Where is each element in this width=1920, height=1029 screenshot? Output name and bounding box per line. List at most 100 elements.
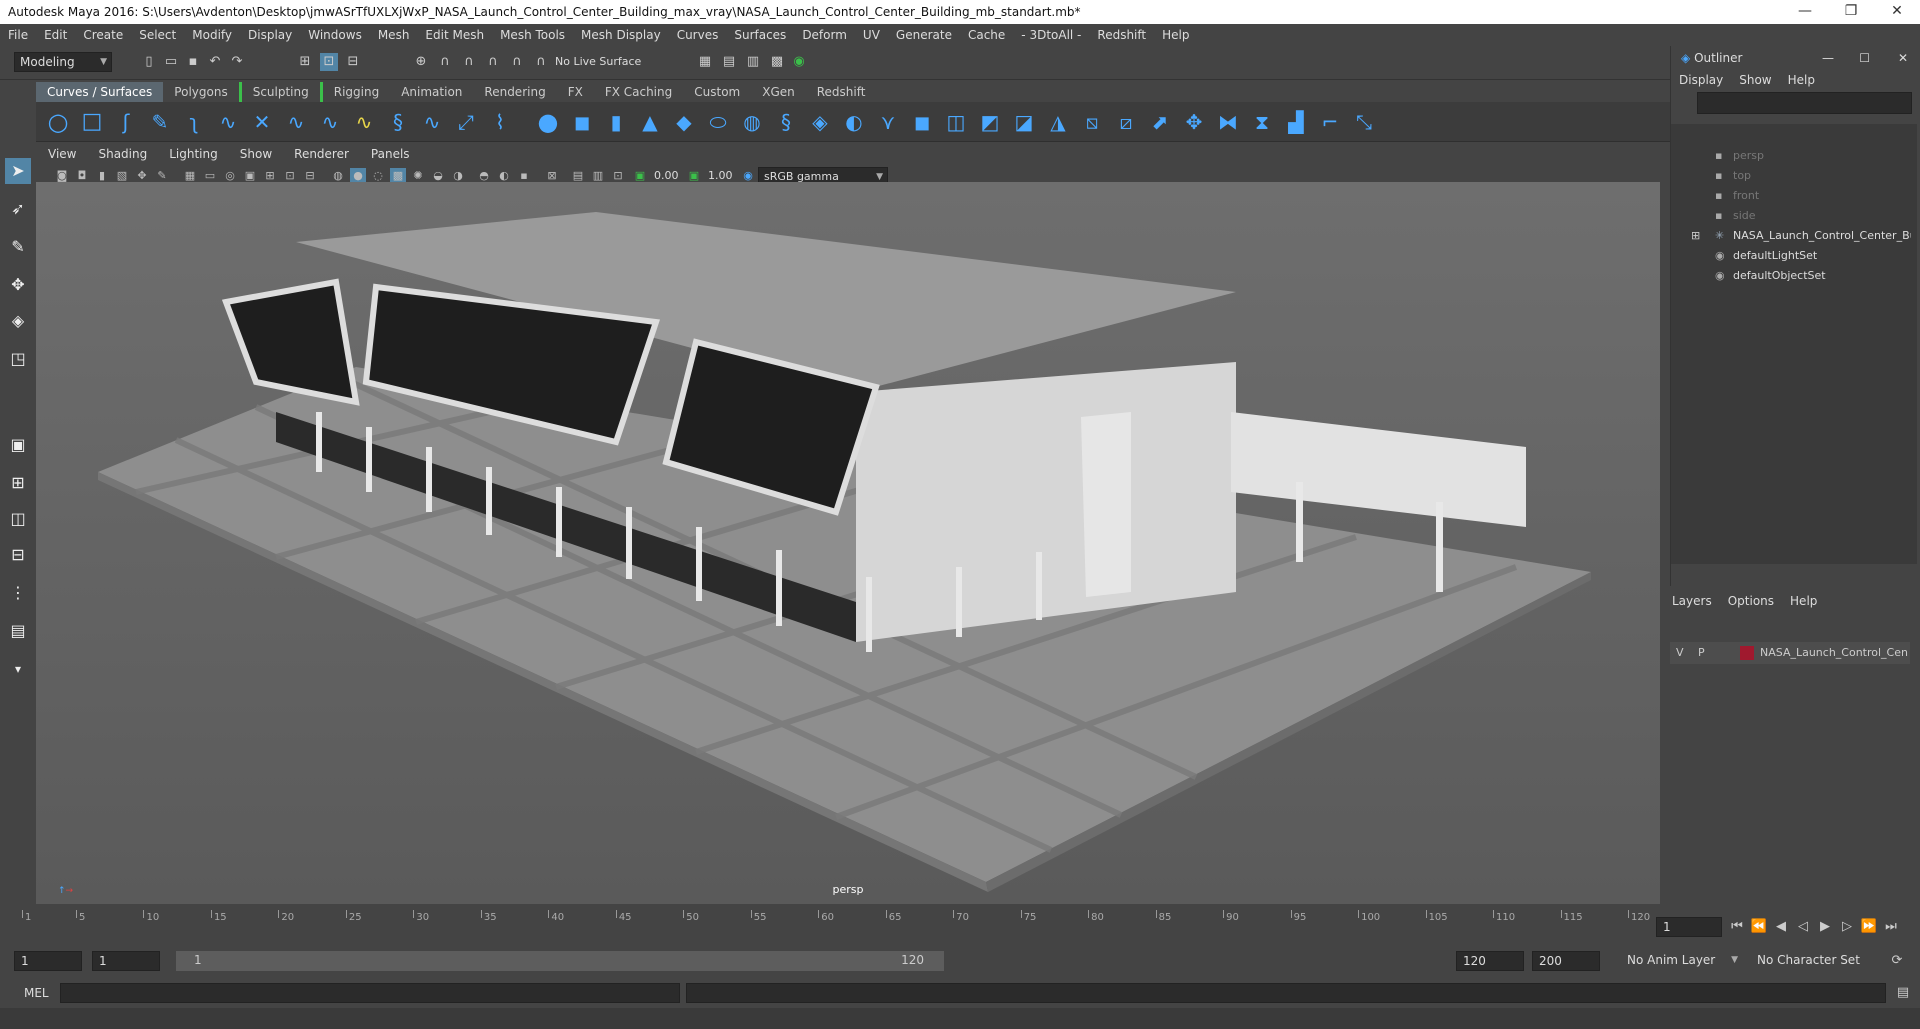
menu-uv[interactable]: UV	[863, 28, 880, 42]
script-editor-icon[interactable]: ▤	[1894, 984, 1912, 1002]
two-pane-layout-icon[interactable]: ◫	[5, 506, 31, 532]
hypershade-icon[interactable]: ▩	[768, 53, 786, 71]
shelf-tab-rigging[interactable]: Rigging	[319, 82, 390, 102]
custom-layout-icon[interactable]: ▤	[5, 618, 31, 644]
nurbs-square-icon[interactable]: □	[78, 108, 106, 136]
select-tool-icon[interactable]: ➤	[5, 158, 31, 184]
shelf-tab-polygons[interactable]: Polygons	[163, 82, 238, 102]
menu-edit[interactable]: Edit	[44, 28, 67, 42]
render-view-icon[interactable]: ◉	[790, 53, 808, 71]
range-slider[interactable]: 1 120	[176, 951, 944, 971]
playback-end-field[interactable]: 120	[1456, 951, 1524, 971]
nurbs-cube-icon[interactable]: ◼	[568, 108, 596, 136]
panel-menu-show[interactable]: Show	[240, 147, 272, 161]
shelf-tab-redshift[interactable]: Redshift	[806, 82, 877, 102]
outliner-menu-display[interactable]: Display	[1679, 73, 1723, 87]
curve-edit-icon[interactable]: ⌇	[486, 108, 514, 136]
menu-modify[interactable]: Modify	[192, 28, 232, 42]
paint-select-icon[interactable]: ✎	[5, 234, 31, 260]
surface-editing-icon[interactable]: ⤡	[1350, 108, 1378, 136]
bevel-plus-icon[interactable]: ◼	[908, 108, 936, 136]
menu-surfaces[interactable]: Surfaces	[734, 28, 786, 42]
snap-curve-icon[interactable]: ∩	[436, 53, 454, 71]
menu-display[interactable]: Display	[248, 28, 292, 42]
panel-menu-lighting[interactable]: Lighting	[169, 147, 218, 161]
layer-color-swatch[interactable]	[1740, 646, 1754, 660]
panel-menu-panels[interactable]: Panels	[371, 147, 410, 161]
attach-curves-icon[interactable]: ✕	[248, 108, 276, 136]
menu-select[interactable]: Select	[139, 28, 176, 42]
character-set-dropdown[interactable]: No Character Set	[1752, 951, 1882, 971]
snap-surface-icon[interactable]: ∩	[508, 53, 526, 71]
outliner-item[interactable]: ◉ defaultLightSet	[1671, 246, 1911, 266]
untrim-icon[interactable]: ⧄	[1112, 108, 1140, 136]
four-pane-layout-icon[interactable]: ⊞	[5, 470, 31, 496]
render-settings-icon[interactable]: ▦	[696, 53, 714, 71]
step-back-key-icon[interactable]: ⏪	[1750, 918, 1768, 936]
select-component-icon[interactable]: ⊟	[344, 53, 362, 71]
redo-icon[interactable]: ↷	[228, 53, 246, 71]
shelf-tab-fx[interactable]: FX	[557, 82, 594, 102]
nurbs-plane-icon[interactable]: ◆	[670, 108, 698, 136]
end-frame-field[interactable]: 200	[1532, 951, 1600, 971]
anim-layer-dropdown[interactable]: No Anim Layer ▼	[1622, 951, 1742, 971]
align-surfaces-icon[interactable]: ⧓	[1214, 108, 1242, 136]
outliner-search-input[interactable]	[1697, 92, 1912, 114]
lasso-tool-icon[interactable]: ➶	[5, 196, 31, 222]
step-back-frame-icon[interactable]: ◀	[1772, 918, 1790, 936]
panel-menu-shading[interactable]: Shading	[98, 147, 147, 161]
menu-mesh-tools[interactable]: Mesh Tools	[500, 28, 565, 42]
project-curve-icon[interactable]: ◪	[1010, 108, 1038, 136]
play-forwards-icon[interactable]: ▶	[1816, 918, 1834, 936]
shelf-tab-animation[interactable]: Animation	[390, 82, 473, 102]
move-tool-icon[interactable]: ✥	[5, 272, 31, 298]
more-layouts-icon[interactable]: ▾	[5, 656, 31, 682]
maximize-button[interactable]: ❐	[1828, 0, 1874, 24]
layer-menu-layers[interactable]: Layers	[1672, 594, 1712, 608]
play-backwards-icon[interactable]: ◁	[1794, 918, 1812, 936]
square-surface-icon[interactable]: ◩	[976, 108, 1004, 136]
bezier-curve-icon[interactable]: ʅ	[180, 108, 208, 136]
ipr-render-icon[interactable]: ▥	[744, 53, 762, 71]
live-surface-field[interactable]: No Live Surface	[550, 53, 660, 73]
snap-magnet-icon[interactable]: ∩	[532, 53, 550, 71]
shelf-tab-sculpting[interactable]: Sculpting	[238, 82, 320, 102]
select-hierarchy-icon[interactable]: ⊞	[296, 53, 314, 71]
step-forward-frame-icon[interactable]: ▷	[1838, 918, 1856, 936]
menu-mesh[interactable]: Mesh	[378, 28, 410, 42]
boundary-icon[interactable]: ◫	[942, 108, 970, 136]
go-to-start-icon[interactable]: ⏮	[1728, 918, 1746, 936]
menu-redshift[interactable]: Redshift	[1097, 28, 1146, 42]
step-forward-key-icon[interactable]: ⏩	[1860, 918, 1878, 936]
start-frame-field[interactable]: 1	[14, 951, 82, 971]
menu-create[interactable]: Create	[83, 28, 123, 42]
shelf-tab-fx-caching[interactable]: FX Caching	[594, 82, 683, 102]
outliner-item[interactable]: ▪ side	[1671, 206, 1911, 226]
outliner-menu-help[interactable]: Help	[1788, 73, 1815, 87]
open-close-icon[interactable]: ⧗	[1248, 108, 1276, 136]
insert-knot-icon[interactable]: ∿	[316, 108, 344, 136]
go-to-end-icon[interactable]: ⏭	[1882, 918, 1900, 936]
add-points-icon[interactable]: ⤢	[452, 108, 480, 136]
shelf-tab-rendering[interactable]: Rendering	[473, 82, 556, 102]
command-language-label[interactable]: MEL	[24, 986, 49, 1000]
shelf-tab-xgen[interactable]: XGen	[751, 82, 806, 102]
extrude-icon[interactable]: ◐	[840, 108, 868, 136]
layer-visibility-toggle[interactable]: V	[1676, 642, 1684, 664]
trim-tool-icon[interactable]: ⧅	[1078, 108, 1106, 136]
menu-help[interactable]: Help	[1162, 28, 1189, 42]
planar-icon[interactable]: ◈	[806, 108, 834, 136]
undo-icon[interactable]: ↶	[206, 53, 224, 71]
detach-surfaces-icon[interactable]: ✥	[1180, 108, 1208, 136]
menu-edit-mesh[interactable]: Edit Mesh	[425, 28, 484, 42]
open-scene-icon[interactable]: ▭	[162, 53, 180, 71]
outliner-item[interactable]: ▪ persp	[1671, 146, 1911, 166]
layer-row[interactable]: V P NASA_Launch_Control_Cen	[1670, 642, 1910, 664]
viewport-persp[interactable]: persp ↑→	[36, 182, 1660, 904]
command-input[interactable]	[60, 983, 680, 1003]
maximize-icon[interactable]: ☐	[1859, 46, 1870, 70]
attach-surfaces-icon[interactable]: ⬈	[1146, 108, 1174, 136]
nurbs-cylinder-icon[interactable]: ▮	[602, 108, 630, 136]
fillet-icon[interactable]: ▟	[1282, 108, 1310, 136]
outliner-item[interactable]: ▪ top	[1671, 166, 1911, 186]
